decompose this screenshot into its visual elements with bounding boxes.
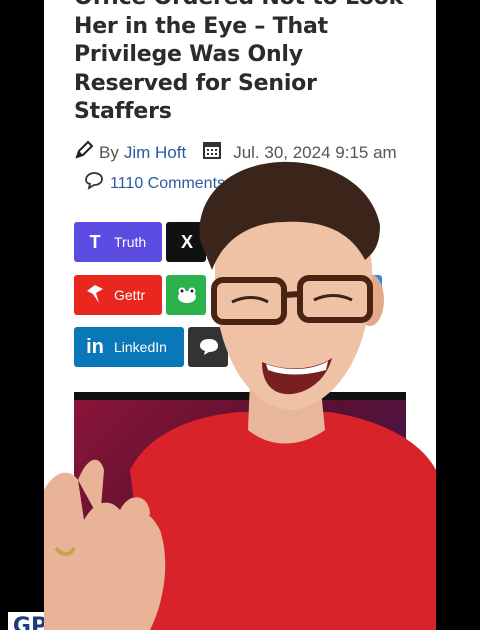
linkedin-label: LinkedIn <box>114 339 167 355</box>
calendar-icon <box>202 140 222 165</box>
pencil-icon <box>74 140 94 165</box>
share-x-button[interactable]: X <box>166 222 206 262</box>
by-label: By <box>99 142 119 162</box>
share-gettr-button[interactable]: Gettr <box>74 275 162 315</box>
linkedin-icon: in <box>86 335 104 358</box>
share-truth-button[interactable]: T Truth <box>74 222 162 262</box>
article-video[interactable] <box>74 392 406 630</box>
x-icon: X <box>180 231 193 252</box>
gettr-icon <box>84 284 106 306</box>
comment-icon <box>84 172 104 195</box>
publish-date: Jul. 30, 2024 9:15 am <box>233 142 397 162</box>
headline-line: Privilege Was Only <box>74 42 303 67</box>
share-linkedin-button[interactable]: in LinkedIn <box>74 327 184 367</box>
comments-link[interactable]: 1110 Comments <box>84 172 225 195</box>
comments-count: 1110 Comments <box>110 174 226 192</box>
headline-line: Her in the Eye – That <box>74 13 328 39</box>
truth-label: Truth <box>114 234 147 250</box>
sms-icon <box>198 336 220 358</box>
share-frog-button[interactable] <box>166 275 206 315</box>
frog-icon <box>176 284 198 306</box>
site-logo: GP <box>8 612 52 630</box>
video-thumbnail <box>74 400 406 630</box>
headline-line: Reserved for Senior <box>74 70 317 96</box>
share-other-button[interactable] <box>354 275 382 315</box>
share-sms-button[interactable] <box>188 327 228 367</box>
article-page: Office Ordered Not to Look Her in the Ey… <box>44 0 436 630</box>
truth-icon: T <box>89 231 101 252</box>
gettr-label: Gettr <box>114 287 146 303</box>
article-meta: By Jim Hoft Jul. 30, 2024 9:15 am <box>74 140 397 165</box>
headline-line: Office Ordered Not to Look <box>74 0 424 13</box>
author-link[interactable]: Jim Hoft <box>124 143 186 163</box>
article-headline: Office Ordered Not to Look Her in the Ey… <box>74 0 424 127</box>
headline-line: Staffers <box>74 99 172 124</box>
